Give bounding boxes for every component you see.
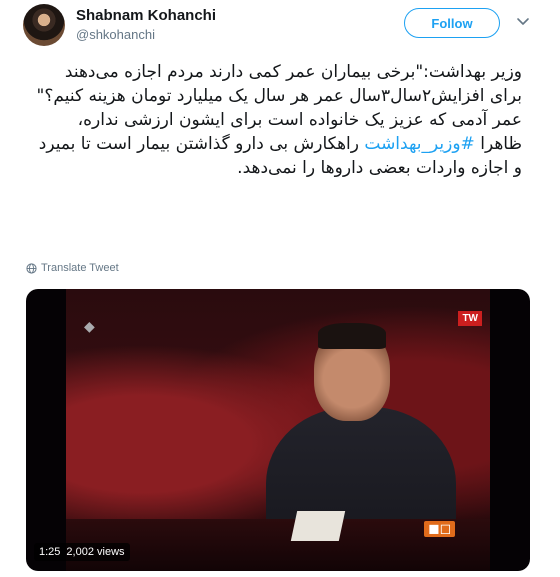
translate-tweet[interactable]: Translate Tweet xyxy=(26,262,119,274)
author-name[interactable]: Shabnam Kohanchi xyxy=(76,7,216,24)
station-logo-icon: ◼◻ xyxy=(424,521,456,537)
follow-button[interactable]: Follow xyxy=(404,8,500,38)
paper xyxy=(290,511,346,541)
hashtag-link[interactable]: #وزیر_بهداشت xyxy=(364,134,474,154)
video-views: 2,002 views xyxy=(66,546,125,558)
presenter-hair xyxy=(318,323,386,349)
author-block: Shabnam Kohanchi @shkohanchi xyxy=(76,7,216,42)
channel-logo-icon: ◆ xyxy=(84,319,95,335)
author-handle[interactable]: @shkohanchi xyxy=(76,27,216,42)
channel-badge: TW xyxy=(458,311,482,326)
tweet-body: عمر آدمی که عزیز یک خانواده است برای ایش… xyxy=(34,108,522,180)
tweet-text: وزیر بهداشت:"برخی بیماران عمر کمی دارند … xyxy=(34,60,522,180)
globe-icon xyxy=(26,262,37,274)
video-duration: 1:25 xyxy=(39,546,61,558)
avatar[interactable] xyxy=(23,4,65,46)
tweet-quote: وزیر بهداشت:"برخی بیماران عمر کمی دارند … xyxy=(36,62,522,106)
chevron-down-icon[interactable] xyxy=(515,13,531,29)
video-player[interactable]: ◆ TW ◼◻ 1:25 2,002 views xyxy=(26,289,530,571)
translate-label[interactable]: Translate Tweet xyxy=(41,262,119,274)
video-stats-badge: 1:25 2,002 views xyxy=(34,543,130,561)
